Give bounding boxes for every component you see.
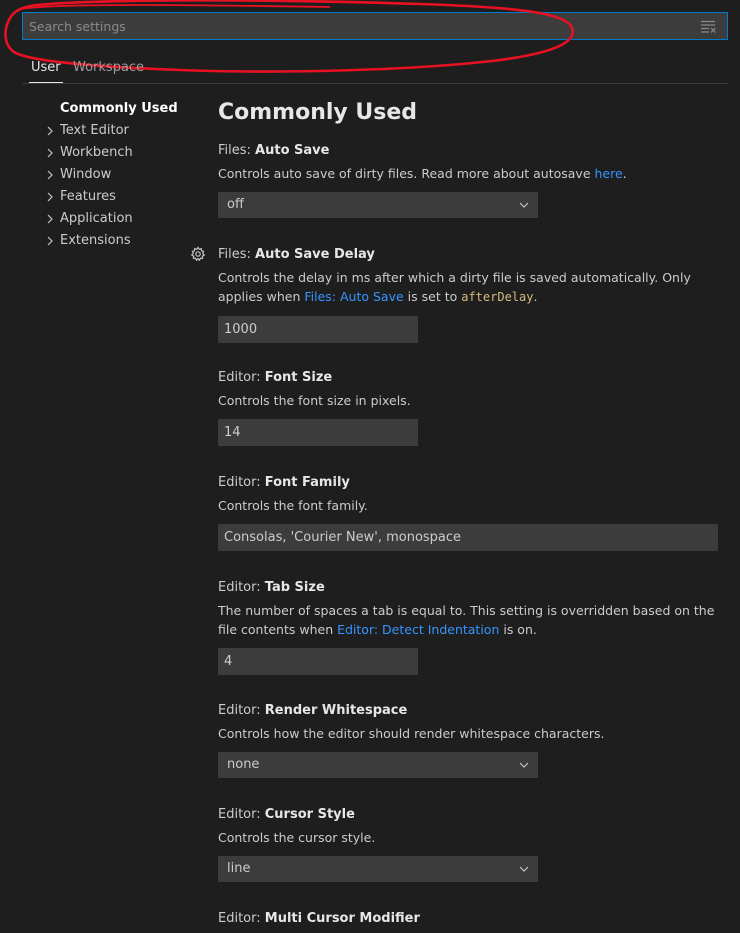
setting-title: Editor: Multi Cursor Modifier: [218, 910, 728, 928]
select-value: line: [227, 861, 251, 876]
toc-item-label: Window: [60, 167, 112, 182]
files-auto-save-link[interactable]: Files: Auto Save: [304, 289, 403, 304]
section-title: Commonly Used: [218, 100, 418, 125]
setting-key: Font Family: [264, 475, 350, 490]
search-input[interactable]: [23, 13, 727, 39]
setting-description: Controls the delay in ms after which a d…: [218, 268, 728, 307]
setting-title: Files: Auto Save Delay: [218, 246, 728, 264]
chevron-right-icon: [47, 214, 53, 224]
description-code: afterDelay: [461, 290, 534, 304]
setting-title: Editor: Cursor Style: [218, 806, 728, 824]
description-end: is on.: [499, 622, 537, 637]
toc-item-label: Features: [60, 189, 116, 204]
font-family-input[interactable]: [218, 524, 718, 551]
select-value: none: [227, 757, 260, 772]
settings-toc: Commonly Used Text Editor Workbench Wind…: [40, 98, 190, 252]
setting-key: Auto Save: [255, 143, 330, 158]
description-end: .: [622, 166, 627, 181]
setting-key: Cursor Style: [264, 807, 355, 822]
setting-title: Editor: Font Size: [218, 369, 728, 387]
toc-item-label: Workbench: [60, 145, 133, 160]
search-settings-box[interactable]: [22, 12, 728, 40]
setting-files-auto-save: Files: Auto Save Controls auto save of d…: [218, 142, 728, 218]
chevron-down-icon: [519, 202, 529, 208]
setting-key: Render Whitespace: [264, 703, 408, 718]
toc-item-workbench[interactable]: Workbench: [40, 142, 190, 164]
setting-files-auto-save-delay: Files: Auto Save Delay Controls the dela…: [190, 246, 728, 343]
render-whitespace-select[interactable]: none: [218, 752, 538, 778]
toc-item-label: Extensions: [60, 233, 131, 248]
setting-category: Editor:: [218, 475, 265, 490]
setting-editor-cursor-style: Editor: Cursor Style Controls the cursor…: [218, 806, 728, 882]
detect-indentation-link[interactable]: Editor: Detect Indentation: [337, 622, 499, 637]
chevron-right-icon: [47, 192, 53, 202]
setting-title: Editor: Render Whitespace: [218, 702, 728, 720]
chevron-right-icon: [47, 148, 53, 158]
auto-save-delay-input[interactable]: [218, 316, 418, 343]
setting-editor-render-whitespace: Editor: Render Whitespace Controls how t…: [218, 702, 728, 778]
chevron-right-icon: [47, 126, 53, 136]
setting-title: Editor: Font Family: [218, 474, 728, 492]
toc-item-commonly-used[interactable]: Commonly Used: [40, 98, 190, 120]
setting-category: Files:: [218, 143, 256, 158]
toc-item-label: Text Editor: [60, 123, 129, 138]
setting-editor-multi-cursor-modifier: Editor: Multi Cursor Modifier: [218, 910, 728, 928]
toc-item-extensions[interactable]: Extensions: [40, 230, 190, 252]
clear-filter-icon[interactable]: [701, 20, 717, 33]
setting-category: Editor:: [218, 703, 265, 718]
chevron-down-icon: [519, 762, 529, 768]
toc-item-window[interactable]: Window: [40, 164, 190, 186]
setting-category: Editor:: [218, 580, 265, 595]
setting-description: Controls the cursor style.: [218, 830, 376, 845]
description-end: .: [533, 289, 538, 304]
tab-user[interactable]: User: [29, 60, 63, 83]
chevron-right-icon: [47, 236, 53, 246]
font-size-input[interactable]: [218, 419, 418, 446]
setting-category: Files:: [218, 247, 256, 262]
setting-description: Controls auto save of dirty files. Read …: [218, 164, 728, 183]
gear-icon[interactable]: [190, 246, 206, 262]
chevron-down-icon: [519, 866, 529, 872]
setting-category: Editor:: [218, 911, 265, 926]
setting-title: Files: Auto Save: [218, 142, 728, 160]
toc-item-features[interactable]: Features: [40, 186, 190, 208]
tab-size-input[interactable]: [218, 648, 418, 675]
setting-key: Multi Cursor Modifier: [264, 911, 420, 926]
setting-key: Font Size: [264, 370, 333, 385]
toc-item-label: Commonly Used: [60, 101, 178, 116]
settings-scope-tabs: User Workspace: [22, 55, 728, 84]
description-text: Controls auto save of dirty files. Read …: [218, 166, 595, 181]
toc-item-text-editor[interactable]: Text Editor: [40, 120, 190, 142]
setting-key: Auto Save Delay: [255, 247, 375, 262]
select-value: off: [227, 197, 244, 212]
setting-description: Controls the font size in pixels.: [218, 393, 411, 408]
setting-title: Editor: Tab Size: [218, 579, 728, 597]
tab-workspace[interactable]: Workspace: [73, 60, 144, 75]
auto-save-select[interactable]: off: [218, 192, 538, 218]
setting-category: Editor:: [218, 370, 265, 385]
toc-item-label: Application: [60, 211, 133, 226]
setting-key: Tab Size: [264, 580, 325, 595]
description-mid: is set to: [403, 289, 462, 304]
setting-editor-font-family: Editor: Font Family Controls the font fa…: [218, 474, 728, 551]
cursor-style-select[interactable]: line: [218, 856, 538, 882]
toc-item-application[interactable]: Application: [40, 208, 190, 230]
setting-category: Editor:: [218, 807, 265, 822]
autosave-docs-link[interactable]: here: [594, 166, 622, 181]
setting-description: The number of spaces a tab is equal to. …: [218, 601, 728, 639]
setting-description: Controls how the editor should render wh…: [218, 726, 605, 741]
setting-description: Controls the font family.: [218, 498, 368, 513]
setting-editor-font-size: Editor: Font Size Controls the font size…: [218, 369, 728, 446]
chevron-right-icon: [47, 170, 53, 180]
setting-editor-tab-size: Editor: Tab Size The number of spaces a …: [218, 579, 728, 675]
